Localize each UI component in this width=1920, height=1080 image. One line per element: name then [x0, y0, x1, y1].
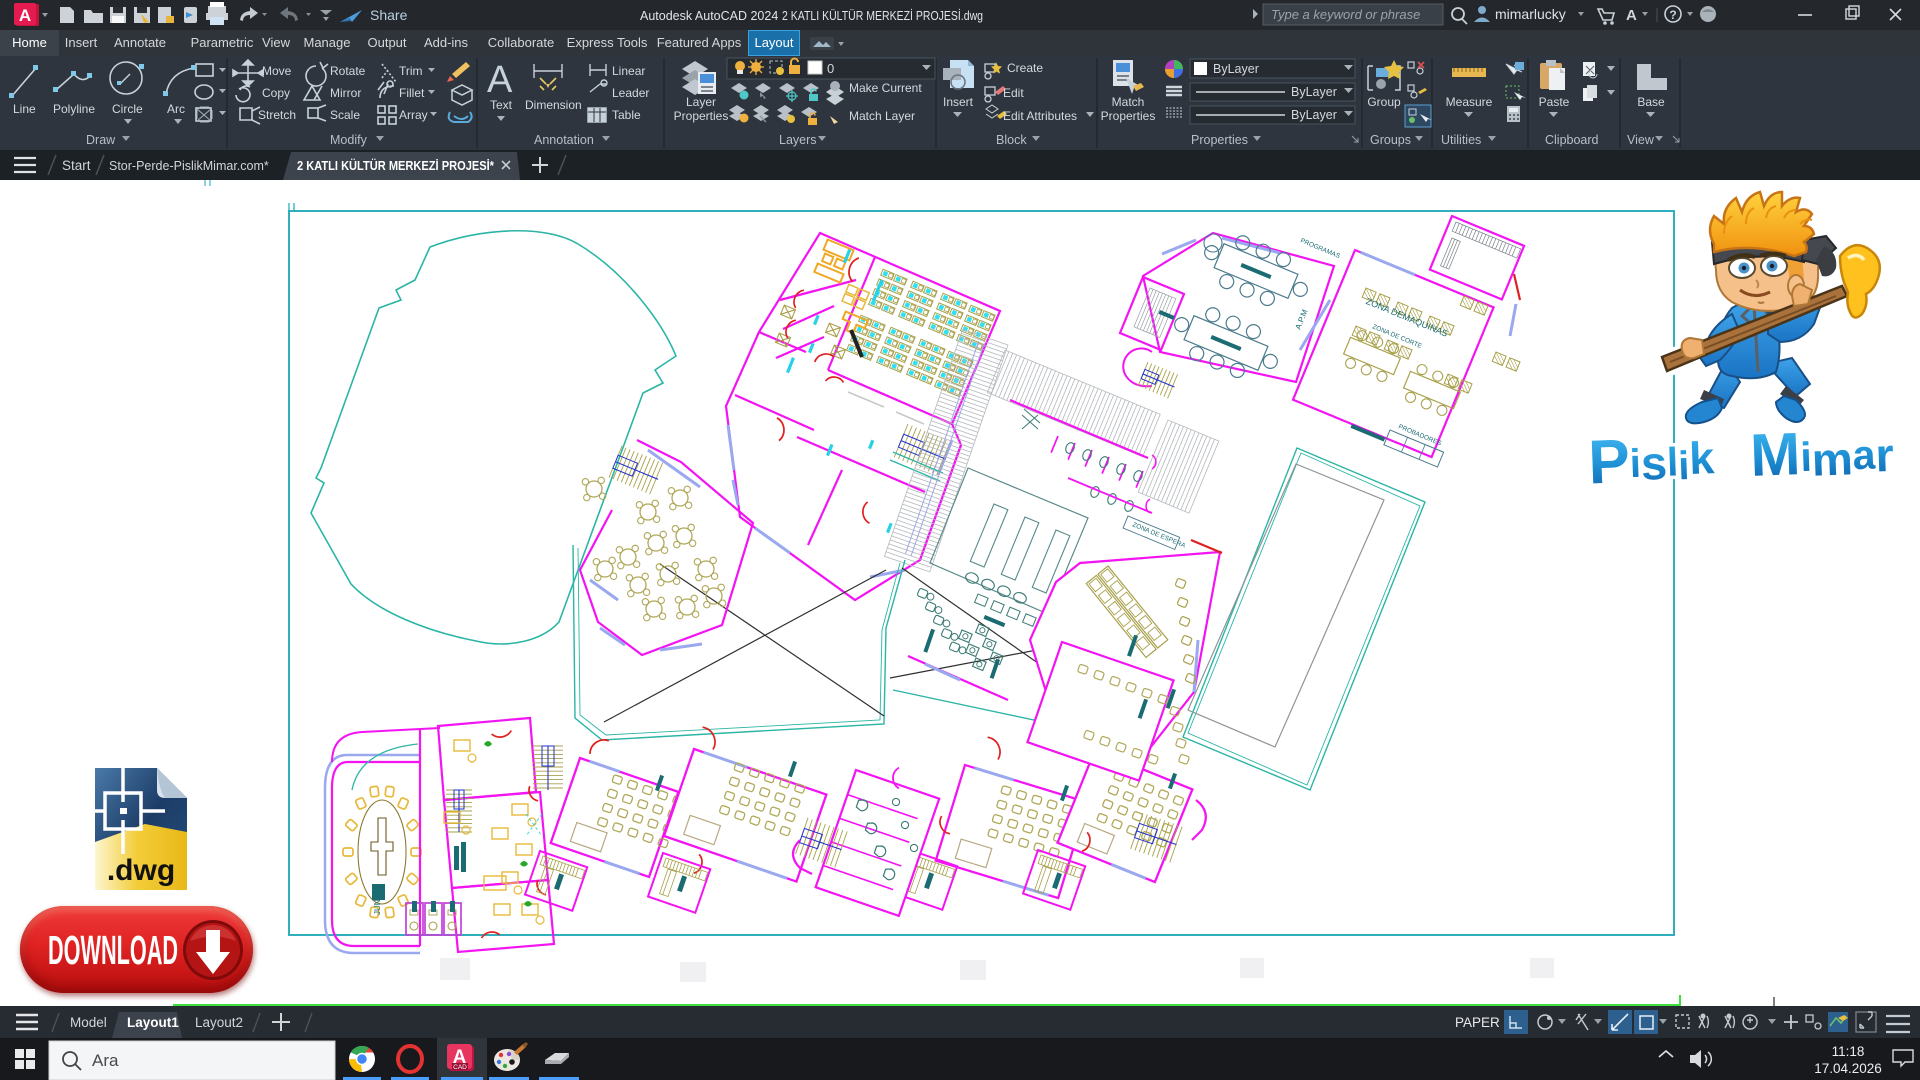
svg-text:JUNTAS: JUNTAS [373, 884, 382, 915]
svg-text:Mimar: Mimar [1749, 417, 1895, 489]
svg-text:ByLayer: ByLayer [1291, 108, 1337, 122]
svg-text:Table: Table [612, 108, 641, 122]
svg-text:Properties: Properties [674, 109, 729, 123]
svg-text:Layout2: Layout2 [195, 1015, 243, 1030]
svg-text:Paste: Paste [1539, 95, 1570, 109]
svg-text:11:18: 11:18 [1832, 1044, 1865, 1059]
svg-text:Polyline: Polyline [53, 102, 95, 116]
svg-text:Rotate: Rotate [330, 64, 366, 78]
svg-text:ZONA DE ESPERA: ZONA DE ESPERA [1131, 521, 1187, 549]
svg-text:Text: Text [490, 98, 513, 112]
svg-text:PAPER: PAPER [1455, 1015, 1500, 1030]
svg-text:Measure: Measure [1446, 95, 1493, 109]
svg-text:Properties: Properties [1101, 109, 1156, 123]
svg-text:Insert: Insert [943, 95, 974, 109]
svg-text:Leader: Leader [612, 86, 649, 100]
svg-text:Create: Create [1007, 61, 1043, 75]
svg-text:Groups: Groups [1370, 133, 1411, 147]
svg-text:Clipboard: Clipboard [1545, 133, 1599, 147]
svg-text:Stor-Perde-PislikMimar.com*: Stor-Perde-PislikMimar.com* [109, 159, 269, 173]
svg-text:Linear: Linear [612, 64, 645, 78]
svg-text:Model: Model [70, 1015, 107, 1030]
svg-text:Autodesk AutoCAD 2024: Autodesk AutoCAD 2024 [640, 9, 778, 23]
svg-text:Mirror: Mirror [330, 86, 361, 100]
svg-text:Arc: Arc [167, 102, 185, 116]
svg-text:ByLayer: ByLayer [1291, 85, 1337, 99]
svg-text:2 KATLI KÜLTÜR MERKEZİ PROJESİ: 2 KATLI KÜLTÜR MERKEZİ PROJESİ* [297, 158, 495, 173]
svg-text:Draw: Draw [86, 133, 116, 147]
svg-text:Stretch: Stretch [258, 108, 296, 122]
svg-text:Make Current: Make Current [849, 81, 922, 95]
svg-text:Utilities: Utilities [1441, 133, 1481, 147]
svg-text:Match: Match [1112, 95, 1145, 109]
svg-text:Layer: Layer [686, 95, 716, 109]
svg-text:Type a keyword or phrase: Type a keyword or phrase [1271, 7, 1420, 22]
svg-text:ByLayer: ByLayer [1213, 62, 1259, 76]
svg-text:Ara: Ara [92, 1051, 119, 1070]
svg-text:PROGRAMAS: PROGRAMAS [1299, 237, 1341, 260]
svg-text:Move: Move [262, 64, 292, 78]
svg-text:Match Layer: Match Layer [849, 109, 915, 123]
svg-text:Copy: Copy [262, 86, 290, 100]
svg-text:A.P.M: A.P.M [1294, 308, 1310, 331]
svg-text:Modify: Modify [330, 133, 368, 147]
svg-text:Array: Array [399, 108, 428, 122]
svg-text:Circle: Circle [112, 102, 143, 116]
svg-text:Fillet: Fillet [399, 86, 425, 100]
svg-text:Start: Start [62, 158, 91, 173]
svg-text:A: A [1626, 7, 1637, 24]
svg-text:Trim: Trim [399, 64, 423, 78]
svg-text:Block: Block [996, 133, 1027, 147]
svg-text:17.04.2026: 17.04.2026 [1814, 1061, 1882, 1076]
svg-text:Share: Share [370, 7, 408, 23]
svg-text:Layout1: Layout1 [127, 1015, 179, 1030]
svg-text:DOWNLOAD: DOWNLOAD [48, 927, 178, 973]
svg-text:A: A [487, 59, 513, 101]
svg-text:Base: Base [1637, 95, 1665, 109]
svg-text:View: View [1627, 133, 1655, 147]
svg-text:?: ? [1669, 8, 1676, 22]
svg-text:CAD: CAD [453, 1064, 467, 1071]
svg-text:.dwg: .dwg [107, 854, 175, 887]
svg-text:A: A [19, 6, 31, 25]
svg-text:Group: Group [1367, 95, 1401, 109]
svg-text:Layers: Layers [779, 133, 817, 147]
svg-text:Scale: Scale [330, 108, 360, 122]
svg-text:Pislik: Pislik [1590, 424, 1716, 497]
svg-text:mimarlucky: mimarlucky [1495, 6, 1566, 22]
svg-text:Annotation: Annotation [534, 133, 594, 147]
svg-text:Edit: Edit [1003, 86, 1024, 100]
svg-text:Edit Attributes: Edit Attributes [1003, 109, 1077, 123]
svg-text:Properties: Properties [1191, 133, 1248, 147]
svg-text:Line: Line [13, 102, 36, 116]
svg-text:Dimension: Dimension [525, 98, 582, 112]
svg-text:0: 0 [827, 61, 834, 76]
svg-text:2 KATLI KÜLTÜR MERKEZİ PROJESİ: 2 KATLI KÜLTÜR MERKEZİ PROJESİ.dwg [782, 9, 983, 23]
